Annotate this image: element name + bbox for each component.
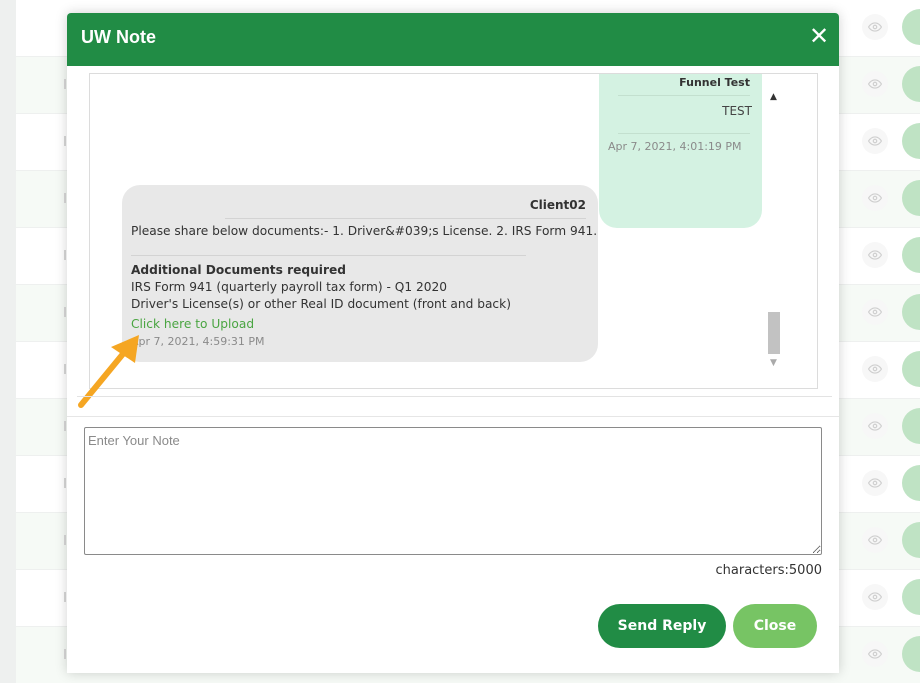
message-text: Please share below documents:- 1. Driver… [131, 224, 598, 238]
eye-icon[interactable] [862, 242, 888, 268]
eye-icon[interactable] [862, 14, 888, 40]
eye-icon[interactable] [862, 584, 888, 610]
eye-icon[interactable] [862, 185, 888, 211]
message-text: TEST [722, 104, 752, 118]
additional-documents-title: Additional Documents required [131, 263, 346, 277]
close-icon[interactable]: ✕ [807, 23, 831, 49]
notes-thread[interactable]: Funnel Test TEST Apr 7, 2021, 4:01:19 PM… [89, 73, 818, 389]
divider [618, 133, 750, 134]
received-message: Client02 Please share below documents:- … [122, 185, 598, 362]
modal-header: UW Note ✕ [67, 13, 839, 66]
message-timestamp: Apr 7, 2021, 4:01:19 PM [608, 140, 742, 153]
upload-link[interactable]: Click here to Upload [131, 317, 254, 331]
character-counter: characters:5000 [715, 563, 823, 578]
eye-icon[interactable] [862, 527, 888, 553]
required-document-item: IRS Form 941 (quarterly payroll tax form… [131, 280, 447, 294]
modal-title: UW Note [81, 27, 156, 47]
eye-icon[interactable] [862, 641, 888, 667]
caret-up-icon[interactable]: ▲ [770, 92, 777, 102]
uw-note-modal: UW Note ✕ Funnel Test TEST Apr 7, 2021, … [67, 13, 839, 673]
eye-icon[interactable] [862, 128, 888, 154]
caret-down-icon[interactable]: ▼ [770, 358, 777, 368]
eye-icon[interactable] [862, 71, 888, 97]
close-button[interactable]: Close [733, 604, 817, 648]
eye-icon[interactable] [862, 470, 888, 496]
eye-icon[interactable] [862, 299, 888, 325]
scrollbar-thumb[interactable] [768, 312, 780, 354]
divider [618, 95, 750, 96]
thread-scrollbar[interactable]: ▲ ▼ [766, 92, 782, 372]
message-sender: Client02 [529, 198, 586, 212]
arrow-icon [78, 335, 139, 408]
required-document-item: Driver's License(s) or other Real ID doc… [131, 297, 511, 311]
sent-message: Funnel Test TEST Apr 7, 2021, 4:01:19 PM [599, 74, 762, 228]
message-timestamp: Apr 7, 2021, 4:59:31 PM [131, 335, 265, 348]
divider [131, 255, 526, 256]
message-sender: Funnel Test [679, 76, 750, 89]
send-reply-button[interactable]: Send Reply [598, 604, 726, 648]
divider [225, 218, 586, 219]
divider [67, 416, 839, 417]
divider [77, 396, 832, 397]
eye-icon[interactable] [862, 356, 888, 382]
eye-icon[interactable] [862, 413, 888, 439]
note-input[interactable] [84, 427, 822, 555]
